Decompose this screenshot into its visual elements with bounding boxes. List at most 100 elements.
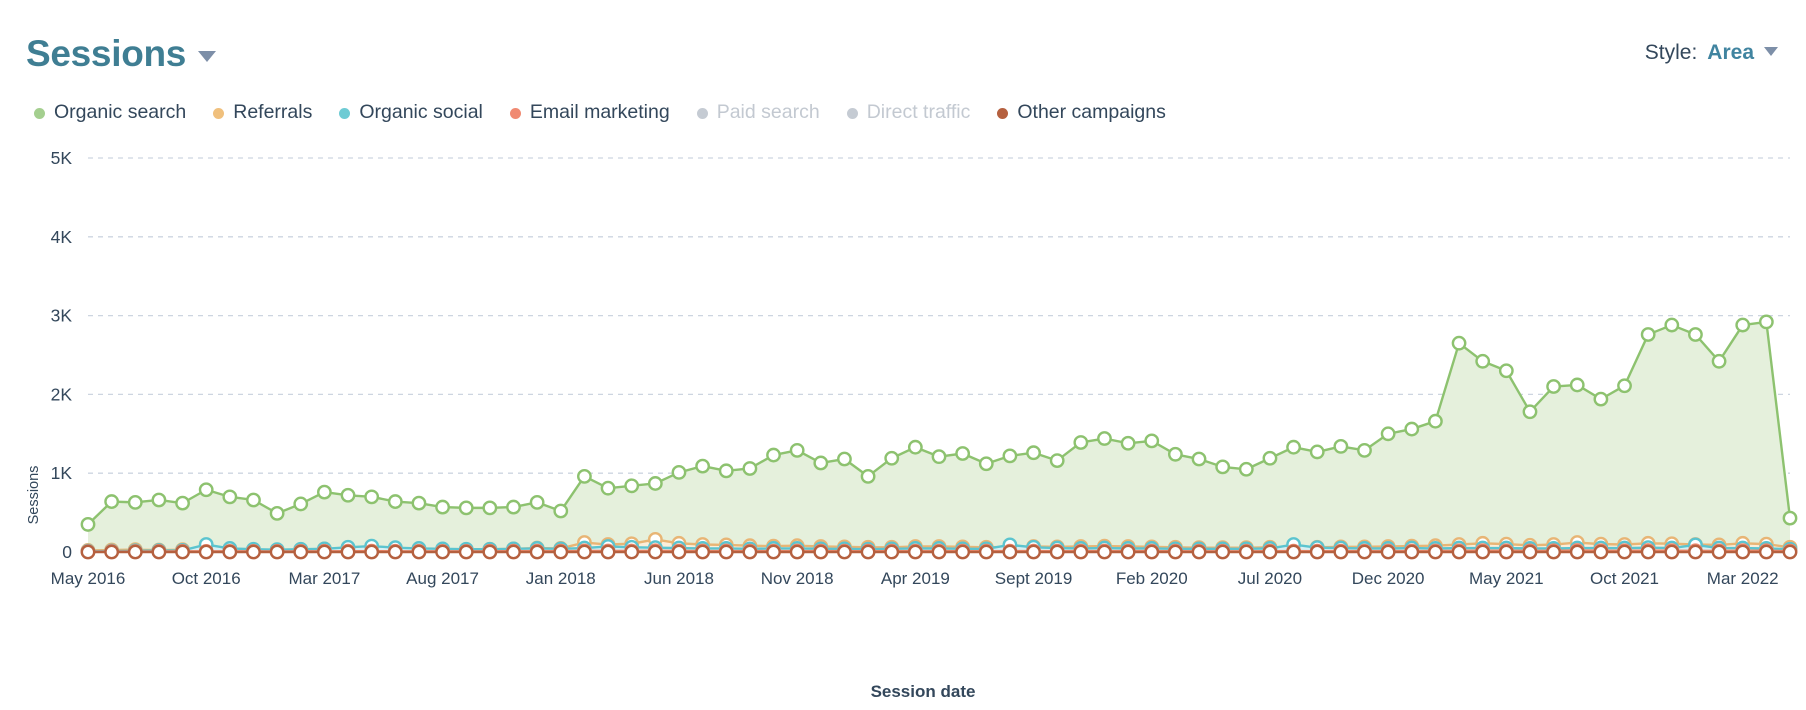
data-point[interactable] bbox=[127, 544, 143, 560]
data-point[interactable] bbox=[1380, 544, 1396, 560]
data-point[interactable] bbox=[1286, 544, 1301, 560]
data-point[interactable] bbox=[1498, 363, 1514, 379]
data-point[interactable] bbox=[198, 482, 214, 498]
data-point[interactable] bbox=[293, 496, 309, 512]
data-point[interactable] bbox=[529, 494, 545, 510]
data-point[interactable] bbox=[742, 461, 758, 476]
data-point[interactable] bbox=[1238, 461, 1254, 477]
data-point[interactable] bbox=[293, 544, 309, 560]
data-point[interactable] bbox=[222, 489, 238, 505]
data-point[interactable] bbox=[411, 495, 427, 511]
data-point[interactable] bbox=[671, 465, 687, 480]
data-point[interactable] bbox=[435, 499, 450, 515]
data-point[interactable] bbox=[1782, 544, 1798, 560]
data-point[interactable] bbox=[1097, 431, 1112, 446]
data-point[interactable] bbox=[1120, 544, 1136, 560]
data-point[interactable] bbox=[600, 480, 616, 496]
data-point[interactable] bbox=[175, 544, 190, 560]
data-point[interactable] bbox=[1593, 544, 1609, 560]
data-point[interactable] bbox=[1120, 435, 1136, 451]
data-point[interactable] bbox=[1758, 544, 1774, 560]
data-point[interactable] bbox=[1569, 544, 1585, 560]
data-point[interactable] bbox=[1404, 421, 1420, 437]
data-point[interactable] bbox=[1380, 426, 1396, 442]
data-point[interactable] bbox=[931, 544, 947, 560]
data-point[interactable] bbox=[789, 544, 805, 560]
data-point[interactable] bbox=[600, 544, 616, 560]
data-point[interactable] bbox=[364, 544, 380, 560]
data-point[interactable] bbox=[907, 544, 923, 560]
data-point[interactable] bbox=[1546, 544, 1562, 560]
data-point[interactable] bbox=[387, 494, 403, 509]
data-point[interactable] bbox=[246, 544, 261, 560]
data-point[interactable] bbox=[1640, 544, 1656, 560]
data-point[interactable] bbox=[624, 544, 640, 560]
data-point[interactable] bbox=[1569, 377, 1585, 393]
legend-item-other-campaigns[interactable]: Other campaigns bbox=[997, 103, 1166, 123]
data-point[interactable] bbox=[1073, 544, 1089, 560]
data-point[interactable] bbox=[1097, 544, 1112, 560]
data-point[interactable] bbox=[1428, 544, 1443, 560]
data-point[interactable] bbox=[884, 544, 900, 560]
legend-item-paid-search[interactable]: Paid search bbox=[696, 103, 820, 123]
data-point[interactable] bbox=[1428, 413, 1443, 429]
data-point[interactable] bbox=[766, 447, 781, 463]
data-point[interactable] bbox=[766, 544, 781, 560]
data-point[interactable] bbox=[1451, 335, 1467, 351]
data-point[interactable] bbox=[671, 544, 687, 560]
data-point[interactable] bbox=[553, 544, 569, 560]
data-point[interactable] bbox=[1782, 510, 1798, 526]
legend-item-email-marketing[interactable]: Email marketing bbox=[509, 103, 670, 123]
data-point[interactable] bbox=[1262, 450, 1278, 466]
data-point[interactable] bbox=[1049, 544, 1065, 560]
data-point[interactable] bbox=[577, 544, 592, 560]
data-point[interactable] bbox=[316, 544, 332, 560]
data-point[interactable] bbox=[695, 458, 711, 474]
data-point[interactable] bbox=[1357, 442, 1372, 458]
data-point[interactable] bbox=[1026, 544, 1041, 560]
data-point[interactable] bbox=[269, 544, 285, 560]
data-point[interactable] bbox=[1522, 544, 1538, 560]
data-point[interactable] bbox=[1546, 379, 1562, 394]
data-point[interactable] bbox=[955, 446, 971, 461]
data-point[interactable] bbox=[837, 451, 852, 467]
data-point[interactable] bbox=[1593, 391, 1609, 407]
data-point[interactable] bbox=[1640, 327, 1656, 342]
legend-item-referrals[interactable]: Referrals bbox=[213, 103, 312, 123]
data-point[interactable] bbox=[1144, 544, 1160, 560]
data-point[interactable] bbox=[246, 492, 261, 508]
data-point[interactable] bbox=[175, 495, 190, 511]
data-point[interactable] bbox=[104, 494, 120, 509]
legend-item-direct-traffic[interactable]: Direct traffic bbox=[846, 103, 970, 123]
data-point[interactable] bbox=[860, 544, 876, 560]
data-point[interactable] bbox=[387, 544, 403, 560]
data-point[interactable] bbox=[127, 494, 143, 510]
data-point[interactable] bbox=[1758, 314, 1774, 330]
data-point[interactable] bbox=[104, 544, 120, 560]
data-point[interactable] bbox=[198, 544, 214, 560]
data-point[interactable] bbox=[1333, 544, 1349, 560]
style-dropdown[interactable]: Style: Area bbox=[1645, 41, 1778, 65]
data-point[interactable] bbox=[1664, 317, 1680, 333]
data-point[interactable] bbox=[647, 476, 663, 491]
data-point[interactable] bbox=[458, 544, 474, 560]
data-point[interactable] bbox=[506, 544, 521, 560]
data-point[interactable] bbox=[340, 487, 356, 503]
data-point[interactable] bbox=[1475, 353, 1491, 369]
data-point[interactable] bbox=[340, 544, 356, 560]
data-point[interactable] bbox=[529, 544, 545, 560]
data-point[interactable] bbox=[1688, 327, 1703, 342]
data-point[interactable] bbox=[718, 544, 734, 560]
data-point[interactable] bbox=[222, 544, 238, 560]
data-point[interactable] bbox=[718, 463, 734, 479]
data-point[interactable] bbox=[151, 492, 167, 508]
data-point[interactable] bbox=[1688, 544, 1703, 560]
data-point[interactable] bbox=[364, 489, 380, 505]
data-point[interactable] bbox=[1735, 544, 1751, 560]
data-point[interactable] bbox=[80, 544, 96, 560]
data-point[interactable] bbox=[1262, 544, 1278, 560]
data-point[interactable] bbox=[1522, 404, 1538, 420]
legend-item-organic-social[interactable]: Organic social bbox=[339, 103, 483, 123]
data-point[interactable] bbox=[931, 449, 947, 465]
data-point[interactable] bbox=[151, 544, 167, 560]
